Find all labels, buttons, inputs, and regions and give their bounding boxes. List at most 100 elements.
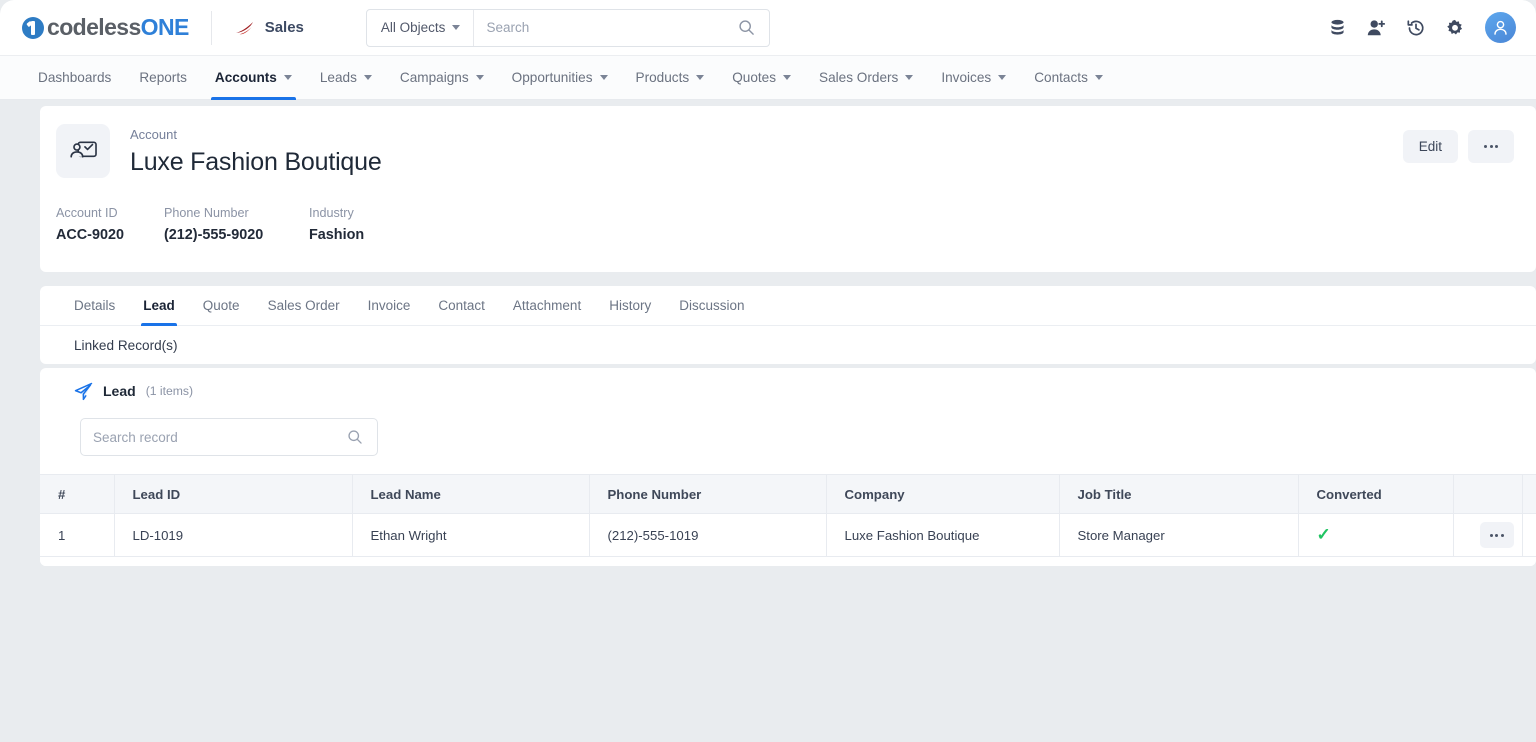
paper-plane-icon <box>74 382 93 400</box>
gear-icon[interactable] <box>1446 19 1464 37</box>
linked-records-label: Linked Record(s) <box>74 337 178 353</box>
lead-table-head: # Lead ID Lead Name Phone Number Company… <box>40 474 1536 514</box>
search-record-input[interactable] <box>81 429 347 445</box>
cell-row-actions <box>1453 513 1523 557</box>
record-field-summary: Account ID ACC-9020 Phone Number (212)-5… <box>40 178 1536 243</box>
table-footer-spacer <box>40 557 1536 566</box>
nav-label: Leads <box>319 70 357 85</box>
col-header-lead-name[interactable]: Lead Name <box>352 474 590 514</box>
search-scope-select[interactable]: All Objects <box>367 9 475 46</box>
col-header-lead-id[interactable]: Lead ID <box>114 474 353 514</box>
nav-item-leads[interactable]: Leads <box>306 56 386 100</box>
sales-app-icon <box>235 21 253 34</box>
search-icon[interactable] <box>738 19 769 36</box>
chevron-down-icon <box>998 75 1007 80</box>
field-value: Fashion <box>309 227 365 243</box>
nav-item-opportunities[interactable]: Opportunities <box>498 56 622 100</box>
tab-contact[interactable]: Contact <box>424 286 499 326</box>
ellipsis-icon <box>1489 533 1504 537</box>
nav-label: Sales Orders <box>819 70 899 85</box>
lead-table: # Lead ID Lead Name Phone Number Company… <box>40 474 1536 557</box>
app-switcher-sales[interactable]: Sales <box>234 19 304 37</box>
tab-label: Details <box>74 298 116 313</box>
search-icon[interactable] <box>347 429 377 445</box>
nav-label: Accounts <box>214 70 277 85</box>
field-value: (212)-555-9020 <box>164 227 264 243</box>
record-header-top: Account Luxe Fashion Boutique Edit <box>40 106 1536 178</box>
cell-job-title: Store Manager <box>1059 513 1299 557</box>
history-icon[interactable] <box>1407 19 1425 37</box>
tab-label: Invoice <box>367 298 411 313</box>
col-header-company[interactable]: Company <box>826 474 1060 514</box>
chevron-down-icon <box>1094 75 1103 80</box>
nav-item-dashboards[interactable]: Dashboards <box>24 56 125 100</box>
nav-item-products[interactable]: Products <box>622 56 719 100</box>
tab-history[interactable]: History <box>595 286 665 326</box>
chevron-down-icon <box>905 75 914 80</box>
add-user-icon[interactable] <box>1367 19 1386 37</box>
nav-label: Dashboards <box>38 70 112 85</box>
tab-label: Quote <box>202 298 240 313</box>
record-header-card: Account Luxe Fashion Boutique Edit Accou… <box>40 106 1536 272</box>
detail-tabs: Details Lead Quote Sales Order Invoice C… <box>40 286 1536 326</box>
record-search <box>80 418 378 456</box>
chevron-down-icon <box>599 75 608 80</box>
lead-section-header: Lead (1 items) <box>40 368 1536 414</box>
tab-lead[interactable]: Lead <box>129 286 189 326</box>
table-row[interactable]: 1 LD-1019 Ethan Wright (212)-555-1019 Lu… <box>40 513 1536 557</box>
nav-item-contacts[interactable]: Contacts <box>1020 56 1117 100</box>
chevron-down-icon <box>452 25 461 30</box>
cell-lead-id[interactable]: LD-1019 <box>114 513 353 557</box>
chevron-down-icon <box>783 75 792 80</box>
tab-attachment[interactable]: Attachment <box>499 286 595 326</box>
tab-invoice[interactable]: Invoice <box>354 286 425 326</box>
nav-item-invoices[interactable]: Invoices <box>927 56 1020 100</box>
chevron-down-icon <box>696 75 705 80</box>
tab-label: Lead <box>143 298 175 313</box>
col-header-job-title[interactable]: Job Title <box>1059 474 1299 514</box>
cell-converted: ✓ <box>1298 513 1454 557</box>
app-window: codelessONE Sales All Objects Search Das… <box>0 0 1536 742</box>
tab-quote[interactable]: Quote <box>189 286 254 326</box>
edit-button[interactable]: Edit <box>1402 130 1458 163</box>
tab-details[interactable]: Details <box>56 286 129 326</box>
col-header-scroll <box>1522 474 1536 514</box>
col-header-phone-number[interactable]: Phone Number <box>589 474 827 514</box>
col-header-converted[interactable]: Converted <box>1298 474 1454 514</box>
record-more-button[interactable] <box>1468 130 1514 163</box>
field-industry: Industry Fashion <box>309 206 449 243</box>
nav-item-campaigns[interactable]: Campaigns <box>386 56 498 100</box>
record-actions: Edit <box>1402 124 1514 163</box>
chevron-down-icon <box>475 75 484 80</box>
tab-label: Sales Order <box>267 298 340 313</box>
user-avatar[interactable] <box>1485 12 1516 43</box>
database-icon[interactable] <box>1329 19 1346 37</box>
row-more-button[interactable] <box>1479 522 1514 548</box>
chevron-down-icon <box>363 75 372 80</box>
brand-logo-text-accent: ONE <box>140 14 190 40</box>
field-label: Account ID <box>56 206 118 220</box>
tab-discussion[interactable]: Discussion <box>665 286 758 326</box>
global-search: All Objects <box>365 8 770 47</box>
field-account-id: Account ID ACC-9020 <box>56 206 164 243</box>
lead-list-card: Lead (1 items) # Lead ID Lead Name Phone… <box>40 368 1536 566</box>
col-header-actions <box>1453 474 1523 514</box>
brand-logo[interactable]: codelessONE <box>22 14 189 41</box>
nav-item-reports[interactable]: Reports <box>125 56 201 100</box>
field-value: ACC-9020 <box>56 227 124 243</box>
nav-label: Quotes <box>732 70 777 85</box>
header-divider <box>210 10 212 45</box>
nav-item-sales-orders[interactable]: Sales Orders <box>805 56 927 100</box>
lead-section-count: (1 items) <box>145 384 194 398</box>
nav-item-accounts[interactable]: Accounts <box>201 56 306 100</box>
tab-label: Attachment <box>512 298 582 313</box>
search-input[interactable] <box>474 9 738 46</box>
detail-tabs-card: Details Lead Quote Sales Order Invoice C… <box>40 286 1536 364</box>
sales-app-label: Sales <box>264 19 304 36</box>
header-icon-group <box>1329 12 1516 43</box>
field-label: Industry <box>309 206 354 220</box>
cell-lead-name: Ethan Wright <box>352 513 590 557</box>
tab-sales-order[interactable]: Sales Order <box>254 286 354 326</box>
nav-item-quotes[interactable]: Quotes <box>718 56 805 100</box>
col-header-index[interactable]: # <box>40 474 115 514</box>
